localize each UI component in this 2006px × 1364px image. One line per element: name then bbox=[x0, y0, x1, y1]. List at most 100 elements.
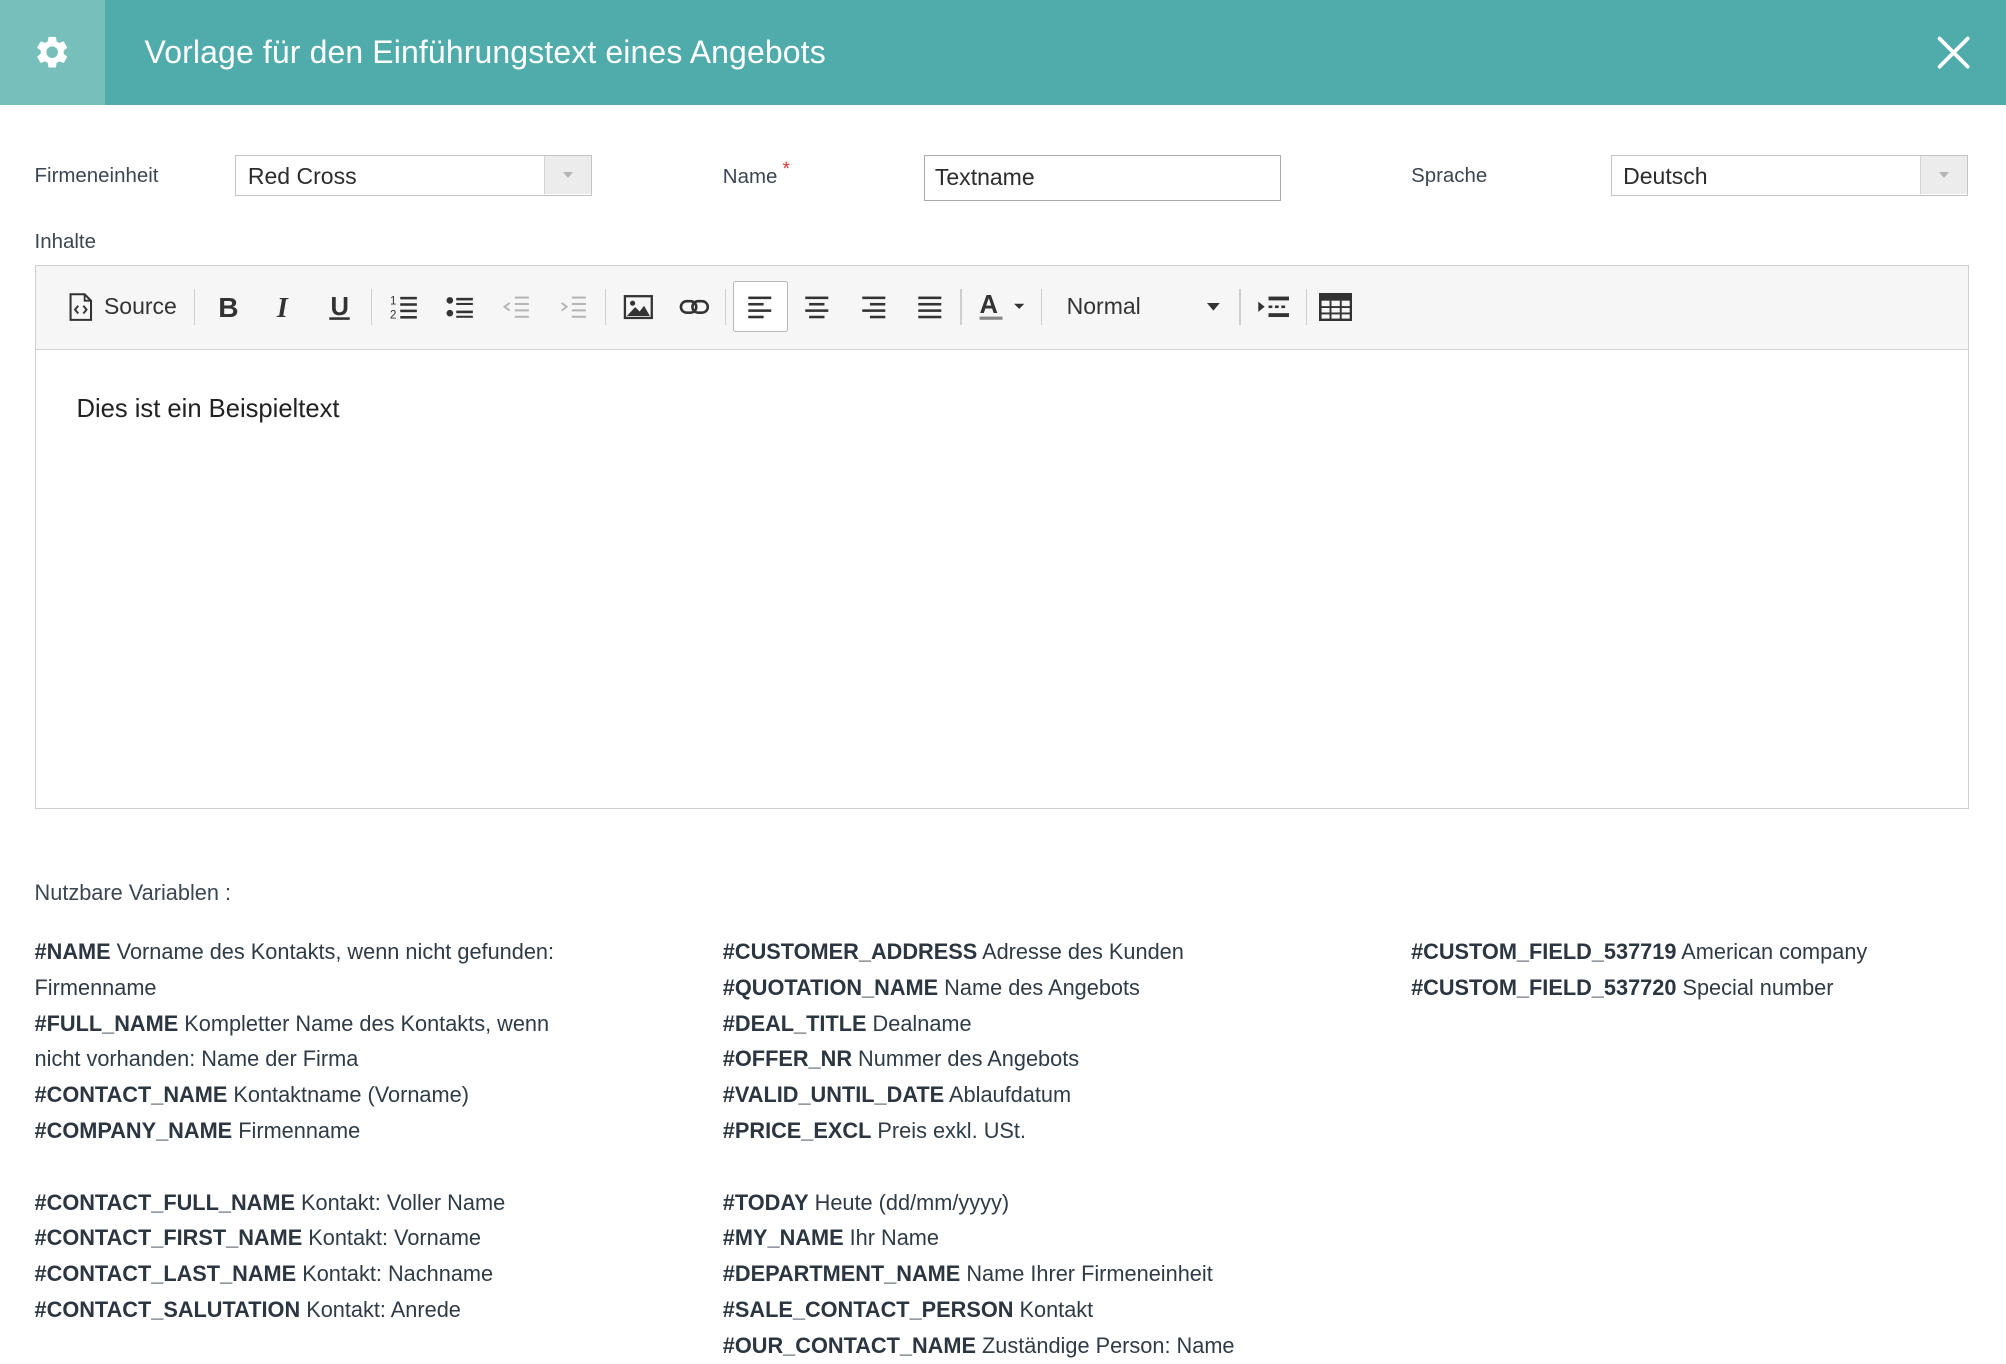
name-label: Name * bbox=[723, 159, 790, 189]
variable-description: Adresse des Kunden bbox=[977, 938, 1184, 964]
variable-item: #TODAY Heute (dd/mm/yyyy) bbox=[723, 1185, 1337, 1221]
toolbar-separator bbox=[1305, 288, 1308, 325]
variable-key: #QUOTATION_NAME bbox=[722, 974, 939, 1000]
variable-description: Nummer des Angebots bbox=[852, 1046, 1080, 1072]
align-center-button[interactable] bbox=[797, 281, 838, 332]
chevron-down-icon[interactable] bbox=[1919, 155, 1967, 195]
page-break-icon bbox=[1258, 296, 1290, 317]
numbered-list-icon: 1 2 bbox=[390, 295, 417, 321]
variable-key: #VALID_UNTIL_DATE bbox=[722, 1082, 945, 1108]
variable-key: #OUR_CONTACT_NAME bbox=[722, 1332, 976, 1358]
close-button[interactable] bbox=[1932, 31, 1975, 74]
chevron-down-icon[interactable] bbox=[544, 155, 592, 195]
variable-item: #NAME Vorname des Kontakts, wenn nicht g… bbox=[35, 934, 649, 970]
format-dropdown-value: Normal bbox=[1066, 293, 1141, 320]
horizontal-line-button[interactable] bbox=[1252, 281, 1295, 332]
dialog-header: Vorlage für den Einführungstext eines An… bbox=[0, 0, 2006, 105]
toolbar-separator bbox=[1041, 288, 1043, 325]
variable-description: Special number bbox=[1676, 974, 1834, 1000]
variable-description: Kontakt bbox=[1013, 1297, 1094, 1323]
align-justify-button[interactable] bbox=[909, 281, 950, 332]
variable-item: #OUR_CONTACT_NAME Zuständige Person: Nam… bbox=[723, 1328, 1337, 1364]
variable-item: #CONTACT_SALUTATION Kontakt: Anrede bbox=[35, 1292, 649, 1328]
variable-description: Name des Angebots bbox=[938, 974, 1140, 1000]
link-icon bbox=[679, 299, 710, 314]
align-left-button[interactable] bbox=[732, 281, 788, 333]
italic-button[interactable]: I bbox=[263, 281, 304, 332]
variable-key: #DEAL_TITLE bbox=[722, 1010, 867, 1036]
variables-column-2: #CUSTOMER_ADDRESS Adresse des Kunden #QUO… bbox=[723, 934, 1337, 1364]
close-icon bbox=[1937, 36, 1970, 69]
variable-item: #CUSTOM_FIELD_537720 Special number bbox=[1411, 970, 1999, 1006]
variables-title: Nutzbare Variablen : bbox=[34, 880, 232, 906]
source-button[interactable]: Source bbox=[59, 281, 187, 332]
toolbar-separator bbox=[194, 288, 196, 325]
variable-description: Ihr Name bbox=[843, 1225, 939, 1251]
toolbar-separator bbox=[725, 288, 727, 325]
variable-description: Zuständige Person: Name bbox=[975, 1332, 1235, 1358]
svg-text:2: 2 bbox=[390, 309, 396, 321]
variable-item: #CONTACT_LAST_NAME Kontakt: Nachname bbox=[35, 1256, 649, 1292]
indent-button[interactable] bbox=[552, 281, 593, 332]
variable-key: #CUSTOMER_ADDRESS bbox=[722, 938, 978, 964]
image-button[interactable] bbox=[618, 281, 659, 332]
gear-icon bbox=[37, 37, 68, 68]
svg-text:1: 1 bbox=[390, 295, 396, 307]
variable-key: #NAME bbox=[34, 938, 111, 964]
variable-description: Vorname des Kontakts, wenn nicht gefunde… bbox=[110, 938, 555, 964]
format-dropdown[interactable]: Normal bbox=[1054, 281, 1228, 332]
underline-button[interactable]: U bbox=[320, 281, 361, 332]
company-select-value: Red Cross bbox=[247, 162, 357, 189]
variable-item: #CONTACT_NAME Kontaktname (Vorname) bbox=[35, 1077, 649, 1113]
toolbar-separator bbox=[370, 288, 372, 325]
variable-item: Firmenname bbox=[35, 970, 649, 1006]
bold-button[interactable]: B bbox=[207, 281, 248, 332]
variable-key: #TODAY bbox=[722, 1189, 809, 1215]
variable-item: #QUOTATION_NAME Name des Angebots bbox=[723, 970, 1337, 1006]
variable-key: #CONTACT_SALUTATION bbox=[34, 1297, 301, 1323]
variable-key: #CUSTOM_FIELD_537720 bbox=[1411, 974, 1677, 1000]
variable-item: #FULL_NAME Kompletter Name des Kontakts,… bbox=[35, 1006, 649, 1042]
variable-description: Firmenname bbox=[34, 974, 157, 1000]
source-label: Source bbox=[103, 293, 177, 320]
variable-item: #COMPANY_NAME Firmenname bbox=[35, 1113, 649, 1149]
table-icon bbox=[1318, 292, 1352, 321]
settings-button[interactable] bbox=[0, 0, 105, 105]
variable-key: #FULL_NAME bbox=[34, 1010, 179, 1036]
indent-icon bbox=[560, 296, 586, 318]
table-button[interactable] bbox=[1315, 281, 1356, 332]
variable-description: Name Ihrer Firmeneinheit bbox=[960, 1261, 1213, 1287]
variable-description: Kontakt: Voller Name bbox=[294, 1189, 506, 1215]
editor-text: Dies ist ein Beispieltext bbox=[76, 395, 340, 423]
company-label: Firmeneinheit bbox=[34, 163, 159, 187]
variable-item: #SALE_CONTACT_PERSON Kontakt bbox=[723, 1292, 1337, 1328]
language-select[interactable]: Deutsch bbox=[1610, 154, 1968, 196]
company-select[interactable]: Red Cross bbox=[235, 154, 593, 196]
align-center-icon bbox=[805, 296, 829, 319]
language-label: Sprache bbox=[1411, 163, 1488, 187]
variable-item: #VALID_UNTIL_DATE Ablaufdatum bbox=[723, 1077, 1337, 1113]
variable-description: Kontakt: Anrede bbox=[300, 1297, 461, 1323]
variable-description: Kontakt: Vorname bbox=[302, 1225, 482, 1251]
variable-description: Kontakt: Nachname bbox=[296, 1261, 494, 1287]
variables-column-1: #NAME Vorname des Kontakts, wenn nicht g… bbox=[35, 934, 649, 1328]
numbered-list-button[interactable]: 1 2 bbox=[384, 281, 425, 332]
align-right-button[interactable] bbox=[853, 281, 894, 332]
link-button[interactable] bbox=[674, 281, 715, 332]
variable-key: #CUSTOM_FIELD_537719 bbox=[1411, 938, 1677, 964]
bullet-list-button[interactable] bbox=[440, 281, 481, 332]
outdent-button[interactable] bbox=[496, 281, 537, 332]
text-color-button[interactable]: A bbox=[973, 281, 1029, 332]
name-input[interactable] bbox=[923, 154, 1281, 201]
variable-key: #CONTACT_NAME bbox=[34, 1082, 228, 1108]
svg-text:B: B bbox=[218, 294, 237, 320]
content-label: Inhalte bbox=[34, 230, 96, 254]
variable-key: #COMPANY_NAME bbox=[34, 1118, 233, 1144]
variable-item: #CUSTOM_FIELD_537719 American company bbox=[1411, 934, 1999, 970]
rich-text-editor: Source B I U 1 2 A Normal Dies ist ein B… bbox=[34, 264, 1969, 809]
svg-text:U: U bbox=[331, 293, 349, 321]
editor-content-area[interactable]: Dies ist ein Beispieltext bbox=[35, 350, 1968, 808]
editor-toolbar: Source B I U 1 2 A Normal bbox=[35, 265, 1968, 350]
